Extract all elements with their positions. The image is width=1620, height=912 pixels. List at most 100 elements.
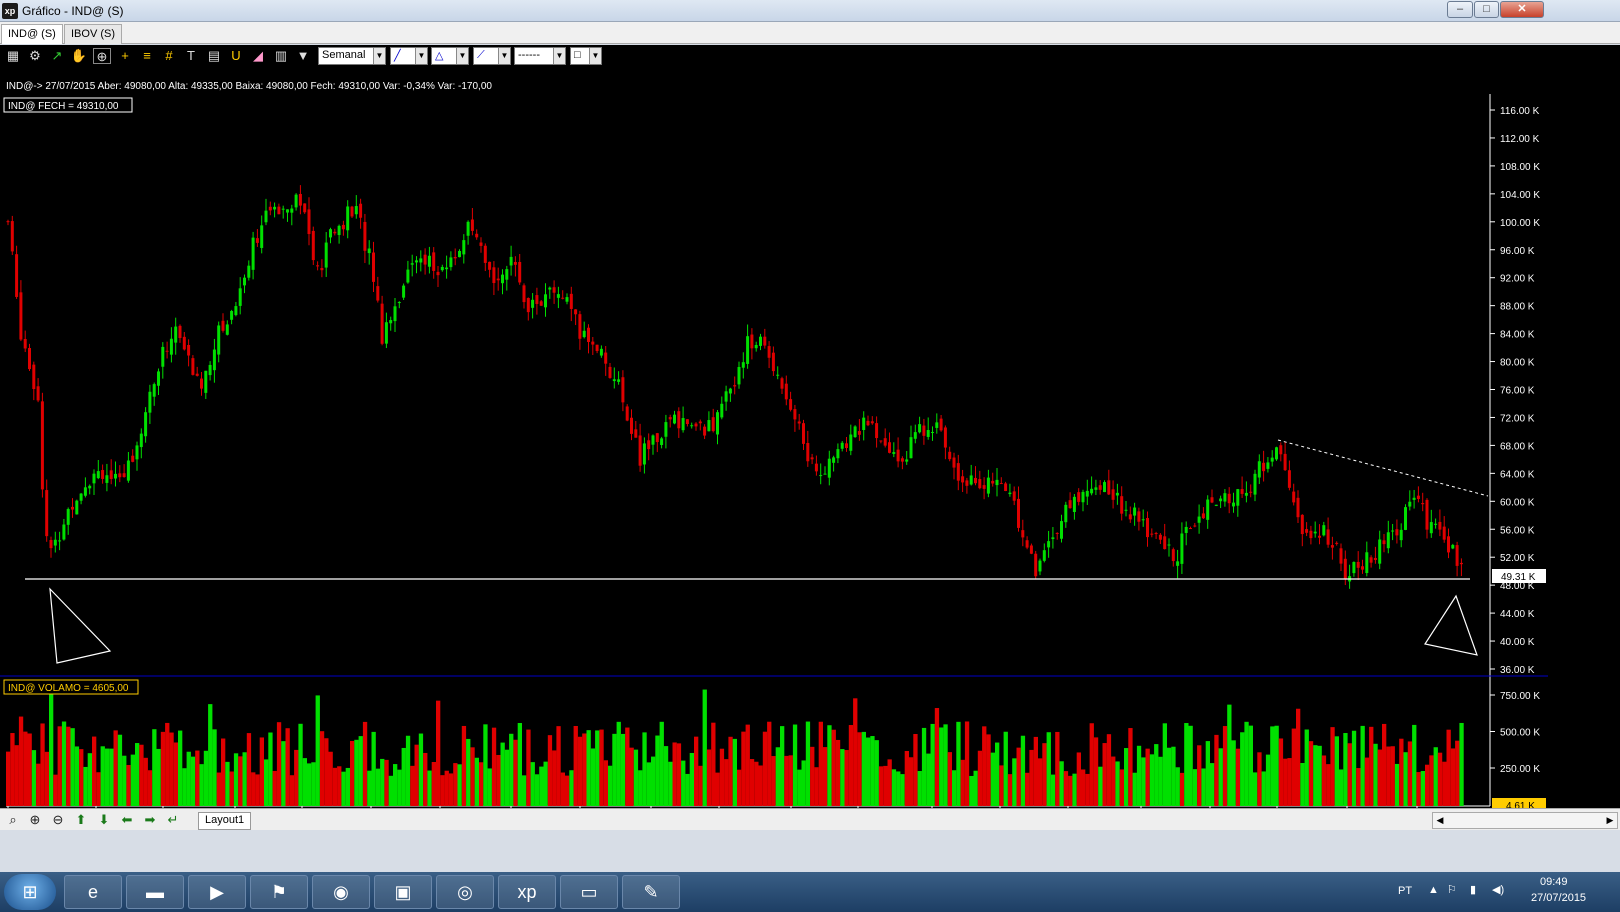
filter-icon[interactable]: ▼: [294, 48, 312, 64]
color-select[interactable]: □ ▼: [570, 47, 602, 65]
archive-icon[interactable]: ▣: [374, 875, 432, 909]
return-icon[interactable]: ↵: [164, 812, 182, 828]
zoom-tool-icon[interactable]: ⊕: [93, 48, 111, 64]
candlestick-chart[interactable]: 49.31 K4.61 K IND@-> 27/07/2015 Aber: 49…: [0, 67, 1620, 830]
volume-bar: [221, 738, 226, 806]
gear-icon[interactable]: ⚙: [26, 48, 44, 64]
search-icon[interactable]: ⌕: [4, 812, 22, 828]
fan-tool-select[interactable]: ⟋ ▼: [473, 47, 511, 65]
candle-body: [668, 417, 672, 420]
close-button[interactable]: ✕: [1500, 1, 1544, 18]
volume-bar: [1085, 773, 1090, 806]
zoom-out-icon[interactable]: ⊖: [49, 812, 67, 828]
tray-chevron-icon[interactable]: ▲: [1428, 884, 1439, 896]
candle-body: [1459, 562, 1463, 565]
volume-bar: [44, 751, 49, 806]
candle-body: [1184, 526, 1188, 533]
volume-bar: [775, 747, 780, 806]
zoom-in-icon[interactable]: ⊕: [26, 812, 44, 828]
candle-body: [1339, 548, 1343, 564]
tab-ibov[interactable]: IBOV (S): [64, 24, 123, 44]
candle-body: [1038, 560, 1042, 572]
chrome-icon[interactable]: ◎: [436, 875, 494, 909]
hp-icon[interactable]: ◉: [312, 875, 370, 909]
grid-icon[interactable]: #: [160, 48, 178, 64]
price-tick-label: 108.00 K: [1500, 162, 1540, 173]
volume-bar: [341, 771, 346, 806]
candle-body: [561, 297, 565, 299]
candle-body: [621, 377, 625, 403]
explorer-icon[interactable]: ▬: [126, 875, 184, 909]
magnet-icon[interactable]: U: [227, 48, 245, 64]
trash-icon[interactable]: ▥: [272, 48, 290, 64]
title-bar[interactable]: xp Gráfico - IND@ (S) – □ ✕: [0, 0, 1620, 22]
candle-body: [359, 203, 363, 218]
volume-bar: [18, 716, 24, 806]
candle-body: [281, 208, 285, 210]
volume-bar: [1184, 723, 1189, 806]
text-icon[interactable]: T: [182, 48, 200, 64]
action-center-icon[interactable]: ⚐: [1447, 883, 1457, 896]
clock-time[interactable]: 09:49: [1540, 876, 1568, 888]
crosshair-icon[interactable]: +: [116, 48, 134, 64]
horizontal-scrollbar[interactable]: ◀ ▶: [1432, 812, 1618, 829]
volume-bar: [444, 770, 449, 806]
eraser-icon[interactable]: ◢: [249, 48, 267, 64]
volume-icon[interactable]: ◀): [1492, 883, 1504, 896]
media-player-icon[interactable]: ▶: [188, 875, 246, 909]
volume-bar: [947, 752, 952, 806]
clock-date[interactable]: 27/07/2015: [1531, 892, 1586, 904]
arrow-right-icon[interactable]: ➡: [141, 812, 159, 828]
volume-bar: [36, 763, 41, 806]
maximize-button[interactable]: □: [1474, 1, 1499, 18]
volume-bar: [1265, 754, 1271, 806]
paint-icon[interactable]: ✎: [622, 875, 680, 909]
volume-bar: [212, 729, 217, 806]
candle-body: [522, 285, 526, 303]
volume-bar: [797, 769, 802, 806]
line-style-select[interactable]: ------ ▼: [514, 47, 566, 65]
layout-tab[interactable]: Layout1: [198, 812, 252, 830]
candle-body: [673, 414, 676, 424]
network-icon[interactable]: ▮: [1470, 883, 1476, 896]
volume-bar: [534, 774, 540, 806]
candle-body: [1240, 489, 1244, 494]
horizontal-lines-icon[interactable]: ≡: [138, 48, 156, 64]
candle-body: [1017, 498, 1020, 528]
volume-bar: [814, 767, 819, 806]
candle-body: [716, 412, 719, 435]
table-icon[interactable]: ▤: [205, 48, 223, 64]
volume-bar: [513, 739, 518, 806]
arrow-left-icon[interactable]: ⬅: [118, 812, 136, 828]
candle-body: [367, 248, 371, 254]
shape-tool-select[interactable]: △ ▼: [431, 47, 469, 65]
candle-body: [1133, 507, 1137, 516]
minimize-button[interactable]: –: [1447, 1, 1473, 18]
volume-bar: [831, 729, 836, 806]
hand-icon[interactable]: ✋: [70, 48, 88, 64]
candle-body: [969, 475, 973, 485]
indicator-icon[interactable]: ↗: [48, 48, 66, 64]
volume-bar: [229, 771, 234, 806]
xp-app-icon[interactable]: xp: [498, 875, 556, 909]
volume-bar: [1154, 744, 1159, 806]
remote-desktop-icon[interactable]: ⚑: [250, 875, 308, 909]
language-indicator[interactable]: PT: [1398, 885, 1412, 897]
volume-bar: [1020, 735, 1026, 806]
volume-bar: [1321, 755, 1327, 806]
scroll-left-icon[interactable]: ◀: [1433, 813, 1447, 828]
period-select[interactable]: Semanal ▼: [318, 47, 386, 65]
scroll-right-icon[interactable]: ▶: [1603, 813, 1617, 828]
candle-body: [337, 225, 341, 236]
candle-body: [1236, 489, 1240, 506]
start-button[interactable]: ⊞: [4, 874, 56, 910]
tab-ind[interactable]: IND@ (S): [1, 24, 63, 44]
chart-info-line: IND@-> 27/07/2015 Aber: 49080,00 Alta: 4…: [6, 81, 492, 92]
arrow-down-icon[interactable]: ⬇: [95, 812, 113, 828]
bar-chart-icon[interactable]: ▦: [4, 48, 22, 64]
photo-viewer-icon[interactable]: ▭: [560, 875, 618, 909]
volume-bar: [401, 747, 406, 806]
line-tool-select[interactable]: ╱ ▼: [390, 47, 428, 65]
ie-icon[interactable]: e: [64, 875, 122, 909]
arrow-up-icon[interactable]: ⬆: [72, 812, 90, 828]
